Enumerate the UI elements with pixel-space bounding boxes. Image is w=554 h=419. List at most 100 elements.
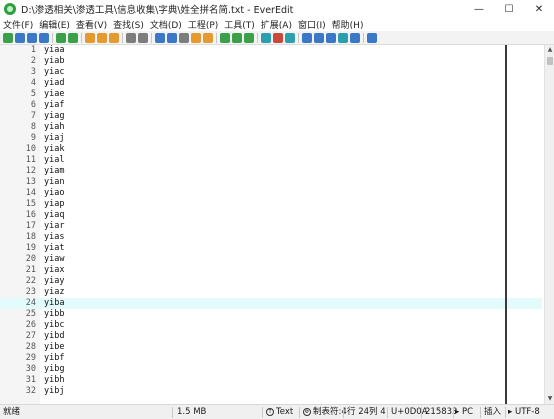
line-text: yiac [44,67,65,77]
editor-line[interactable]: 21 yiax [0,265,542,276]
cut-icon[interactable] [85,32,95,43]
editor-line[interactable]: 14 yiao [0,188,542,199]
indent-icon[interactable] [126,32,136,43]
bookmark-icon[interactable] [203,32,213,43]
status-column: 列 4 [369,407,386,417]
text-mode-icon: T [266,407,274,416]
editor-line[interactable]: 28 yibe [0,342,542,353]
toolbar-separator [216,32,217,43]
editor-line[interactable]: 8 yiah [0,122,542,133]
editor-line[interactable]: 13 yian [0,177,542,188]
editor-line[interactable]: 1 yiaa [0,45,542,56]
terminal-icon[interactable] [338,32,348,43]
editor-line[interactable]: 23 yiaz [0,287,542,298]
status-eol[interactable]: ▸ PC [455,407,473,418]
list-icon[interactable] [326,32,336,43]
editor-line[interactable]: 25 yibb [0,309,542,320]
pin-icon[interactable] [285,32,295,43]
editor-line[interactable]: 6 yiaf [0,100,542,111]
status-divider [480,407,481,418]
scroll-up-arrow-icon[interactable]: ▲ [545,45,554,55]
editor-line[interactable]: 19 yiat [0,243,542,254]
editor-line[interactable]: 32 yibj [0,386,542,397]
editor-line[interactable]: 26 yibc [0,320,542,331]
editor-line[interactable]: 24 yiba [0,298,542,309]
editor-line[interactable]: 5 yiae [0,89,542,100]
menu-extensions[interactable]: 扩展(A) [258,18,295,31]
menu-help[interactable]: 帮助(H) [329,18,367,31]
window-title: D:\渗透相关\渗透工具\信息收集\字典\姓全拼名简.txt - EverEdi… [21,5,294,16]
editor-line[interactable]: 18 yias [0,232,542,243]
save-icon[interactable] [27,32,37,43]
editor-line[interactable]: 27 yibd [0,331,542,342]
editor-line[interactable]: 7 yiag [0,111,542,122]
editor-line[interactable]: 20 yiaw [0,254,542,265]
editor-line[interactable]: 9 yiaj [0,133,542,144]
editor-line[interactable]: 16 yiaq [0,210,542,221]
editor-line[interactable]: 31 yibh [0,375,542,386]
editor-line[interactable]: 2 yiab [0,56,542,67]
editor-line[interactable]: 3 yiac [0,67,542,78]
color-icon[interactable] [273,32,283,43]
close-button[interactable]: ✕ [524,0,554,18]
panel-icon[interactable] [302,32,312,43]
status-file-size: 1.5 MB [177,407,207,417]
play-icon[interactable] [244,32,254,43]
find-icon[interactable] [155,32,165,43]
menu-search[interactable]: 查找(S) [110,18,147,31]
undo-icon[interactable] [56,32,66,43]
editor-line[interactable]: 10 yiak [0,144,542,155]
editor-line[interactable]: 22 yiay [0,276,542,287]
menu-view[interactable]: 查看(V) [73,18,110,31]
editor-line[interactable]: 29 yibf [0,353,542,364]
status-mode[interactable]: T Text [266,407,293,418]
record-icon[interactable] [232,32,242,43]
status-insert-mode[interactable]: 插入 [484,407,501,418]
replace-icon[interactable] [179,32,189,43]
line-text: yibc [44,320,65,330]
vertical-scrollbar[interactable]: ▲ ▼ [544,45,554,404]
minimize-button[interactable]: — [464,0,494,18]
redo-icon[interactable] [68,32,78,43]
column-mode-icon[interactable] [138,32,148,43]
line-number: 16 [25,210,36,220]
menu-document[interactable]: 文档(D) [147,18,185,31]
line-number: 31 [25,375,36,385]
menu-project[interactable]: 工程(P) [185,18,221,31]
toolbar-separator [257,32,258,43]
save-all-icon[interactable] [39,32,49,43]
menu-window[interactable]: 窗口(I) [295,18,329,31]
menu-file[interactable]: 文件(F) [0,18,36,31]
line-number: 15 [25,199,36,209]
find-in-files-icon[interactable] [167,32,177,43]
scroll-thumb[interactable] [547,57,553,65]
editor-line[interactable]: 12 yiam [0,166,542,177]
status-tab-size[interactable]: ⚙ 制表符:4 [303,407,347,418]
editor-line[interactable]: 11 yial [0,155,542,166]
menu-tools[interactable]: 工具(T) [221,18,258,31]
help-icon[interactable] [367,32,377,43]
line-text: yiaf [44,100,65,110]
editor-line[interactable]: 30 yibg [0,364,542,375]
scroll-down-arrow-icon[interactable]: ▼ [545,394,554,404]
open-file-icon[interactable] [15,32,25,43]
line-number: 19 [25,243,36,253]
new-file-icon[interactable] [3,32,13,43]
mark-icon[interactable] [191,32,201,43]
line-text: yiba [44,298,65,308]
split-icon[interactable] [314,32,324,43]
line-number: 24 [25,298,36,308]
editor-line[interactable]: 4 yiad [0,78,542,89]
menu-edit[interactable]: 编辑(E) [36,18,73,31]
line-text: yiax [44,265,65,275]
editor-line[interactable]: 17 yiar [0,221,542,232]
copy-icon[interactable] [97,32,107,43]
editor-area[interactable]: 1 yiaa 2 yiab 3 yiac 4 yiad 5 yiae 6 yiaf 7 yiag 8 yiah… [0,45,554,404]
paste-icon[interactable] [109,32,119,43]
browser-icon[interactable] [261,32,271,43]
status-encoding[interactable]: ▸ UTF-8 [508,407,540,418]
web-icon[interactable] [350,32,360,43]
macro-icon[interactable] [220,32,230,43]
editor-line[interactable]: 15 yiap [0,199,542,210]
maximize-button[interactable]: ☐ [494,0,524,18]
